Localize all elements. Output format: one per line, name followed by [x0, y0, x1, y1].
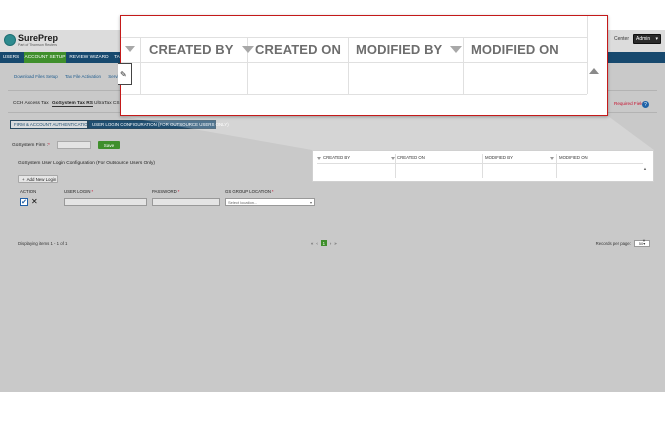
required-mark: *: [177, 189, 180, 194]
col-password[interactable]: PASSWORD *: [152, 187, 179, 196]
chevron-down-icon: ▾: [655, 36, 658, 42]
zoom-created-by-label: CREATED BY: [149, 41, 234, 57]
logo-mark-icon: [4, 34, 16, 46]
grid-footer: Displaying items 1 - 1 of 1 « ‹ 1 › » Re…: [18, 240, 650, 250]
filter-icon[interactable]: [450, 45, 463, 53]
col-created-on[interactable]: CREATED ON: [397, 155, 425, 160]
pager-current-page[interactable]: 1: [320, 240, 327, 246]
zoom-col-created-by[interactable]: CREATED BY: [149, 38, 254, 60]
add-new-login-label: Add New Login: [26, 176, 57, 182]
add-new-login-button[interactable]: + Add New Login: [18, 175, 58, 183]
tab-cch-axcess-tax[interactable]: CCH Axcess Tax: [13, 101, 49, 106]
firm-input[interactable]: [57, 141, 91, 149]
scroll-up-icon[interactable]: [589, 68, 599, 74]
row-divider: [317, 163, 643, 164]
pager-last-icon[interactable]: »: [334, 241, 336, 246]
required-field-note: Required Field: [614, 101, 644, 106]
table-row: ✔ ✕ Select location... ▾: [18, 197, 650, 207]
col-modified-by[interactable]: MODIFIED BY: [485, 155, 513, 160]
column-divider: [556, 154, 557, 178]
column-divider: [395, 154, 396, 178]
filter-icon[interactable]: [317, 157, 321, 160]
firm-label-text: GoSystem Firm :: [12, 143, 48, 148]
records-per-page-label: Records per page:: [595, 241, 631, 246]
zoom-col-divider: [140, 37, 141, 94]
zoom-col-modified-on[interactable]: MODIFIED ON: [471, 38, 559, 60]
filter-icon[interactable]: [241, 45, 254, 53]
pager-prev-icon[interactable]: ‹: [316, 241, 317, 246]
scroll-up-icon[interactable]: ▲: [643, 166, 647, 171]
required-mark: *: [91, 189, 94, 194]
chevron-down-icon: ▾: [309, 199, 312, 205]
save-button[interactable]: Save: [98, 141, 120, 149]
password-input[interactable]: [152, 198, 220, 206]
nav-item-users[interactable]: USERS: [0, 52, 22, 63]
grid-header: ACTION USER LOGIN * PASSWORD * GS GROUP LO…: [18, 187, 650, 196]
header-right: Center Admin ▾: [614, 34, 661, 44]
nav-item-account-setup[interactable]: ACCOUNT SETUP: [24, 52, 66, 63]
zoom-scrollbar-divider: [587, 16, 588, 94]
logo-text: SurePrep: [18, 33, 59, 43]
subnav-tax-file-activation[interactable]: Tax File Activation: [65, 74, 101, 79]
zoom-header-line: [121, 62, 587, 63]
filter-icon[interactable]: [125, 46, 135, 52]
tab-firm-account-authentication[interactable]: FIRM & ACCOUNT AUTHENTICATION: [10, 120, 91, 129]
section-title: GoSystem User Login Configuration (For O…: [18, 161, 156, 166]
gs-group-location-select[interactable]: Select location... ▾: [225, 198, 315, 206]
required-mark: *: [47, 143, 50, 148]
filter-icon[interactable]: [550, 157, 554, 160]
column-divider: [482, 154, 483, 178]
subnav-download-files-setup[interactable]: Download Files Setup: [14, 74, 58, 79]
user-menu-select[interactable]: Admin ▾: [633, 34, 661, 44]
pager: « ‹ 1 › »: [311, 240, 337, 246]
zoomed-source-panel: CREATED BY CREATED ON MODIFIED BY MODIFI…: [312, 150, 654, 182]
tab-ultratax-cs[interactable]: UltraTax CS: [94, 101, 120, 106]
user-menu-label: Admin: [636, 36, 651, 42]
firm-label: GoSystem Firm :*: [12, 143, 50, 148]
col-modified-on[interactable]: MODIFIED ON: [559, 155, 588, 160]
help-icon[interactable]: ?: [642, 101, 649, 108]
sub-nav: Download Files Setup Tax File Activation…: [14, 74, 125, 79]
cancel-icon[interactable]: ✕: [31, 197, 38, 207]
tab-gosystem-tax-rs[interactable]: GoSystem Tax RS: [52, 101, 93, 107]
confirm-checkbox[interactable]: ✔: [20, 198, 28, 206]
zoom-col-created-on[interactable]: CREATED ON: [255, 38, 341, 60]
col-created-by-label: CREATED BY: [323, 155, 351, 160]
col-gs-group-location-label: GS GROUP LOCATION: [225, 189, 271, 194]
col-password-label: PASSWORD: [152, 189, 177, 194]
col-created-by[interactable]: CREATED BY: [323, 155, 350, 160]
header-center-link[interactable]: Center: [614, 36, 629, 42]
zoom-callout: CREATED BY CREATED ON MODIFIED BY MODIFI…: [118, 15, 608, 116]
zoom-col-modified-by[interactable]: MODIFIED BY: [356, 38, 463, 60]
subnav-services[interactable]: Servi: [108, 74, 118, 79]
edit-row-button[interactable]: ✎: [118, 63, 132, 85]
user-login-input[interactable]: [64, 198, 147, 206]
pager-next-icon[interactable]: ›: [330, 241, 331, 246]
col-user-login-label: USER LOGIN: [64, 189, 91, 194]
pager-first-icon[interactable]: «: [311, 241, 313, 246]
nav-item-review-wizard[interactable]: REVIEW WIZARD: [68, 52, 110, 63]
zoom-modified-by-label: MODIFIED BY: [356, 41, 443, 57]
zoom-col-divider: [348, 37, 349, 94]
required-mark: *: [271, 189, 274, 194]
tab-user-login-configuration[interactable]: USER LOGIN CONFIGURATION (FOR OUTSOURCE …: [88, 120, 229, 129]
zoom-created-on-label: CREATED ON: [255, 41, 341, 57]
pencil-icon: ✎: [120, 70, 127, 79]
col-gs-group-location[interactable]: GS GROUP LOCATION *: [225, 187, 274, 196]
displaying-items-text: Displaying items 1 - 1 of 1: [18, 241, 68, 246]
col-action: ACTION: [20, 189, 37, 194]
zoom-row-line: [121, 94, 587, 95]
plus-icon: +: [22, 176, 25, 182]
location-placeholder: Select location...: [228, 199, 258, 205]
logo-subtext: Part of Thomson Reuters: [18, 43, 58, 47]
scroll-down-icon[interactable]: ▼: [642, 238, 646, 243]
zoom-modified-on-label: MODIFIED ON: [471, 41, 559, 57]
col-user-login[interactable]: USER LOGIN *: [64, 187, 93, 196]
zoom-col-divider: [463, 37, 464, 94]
